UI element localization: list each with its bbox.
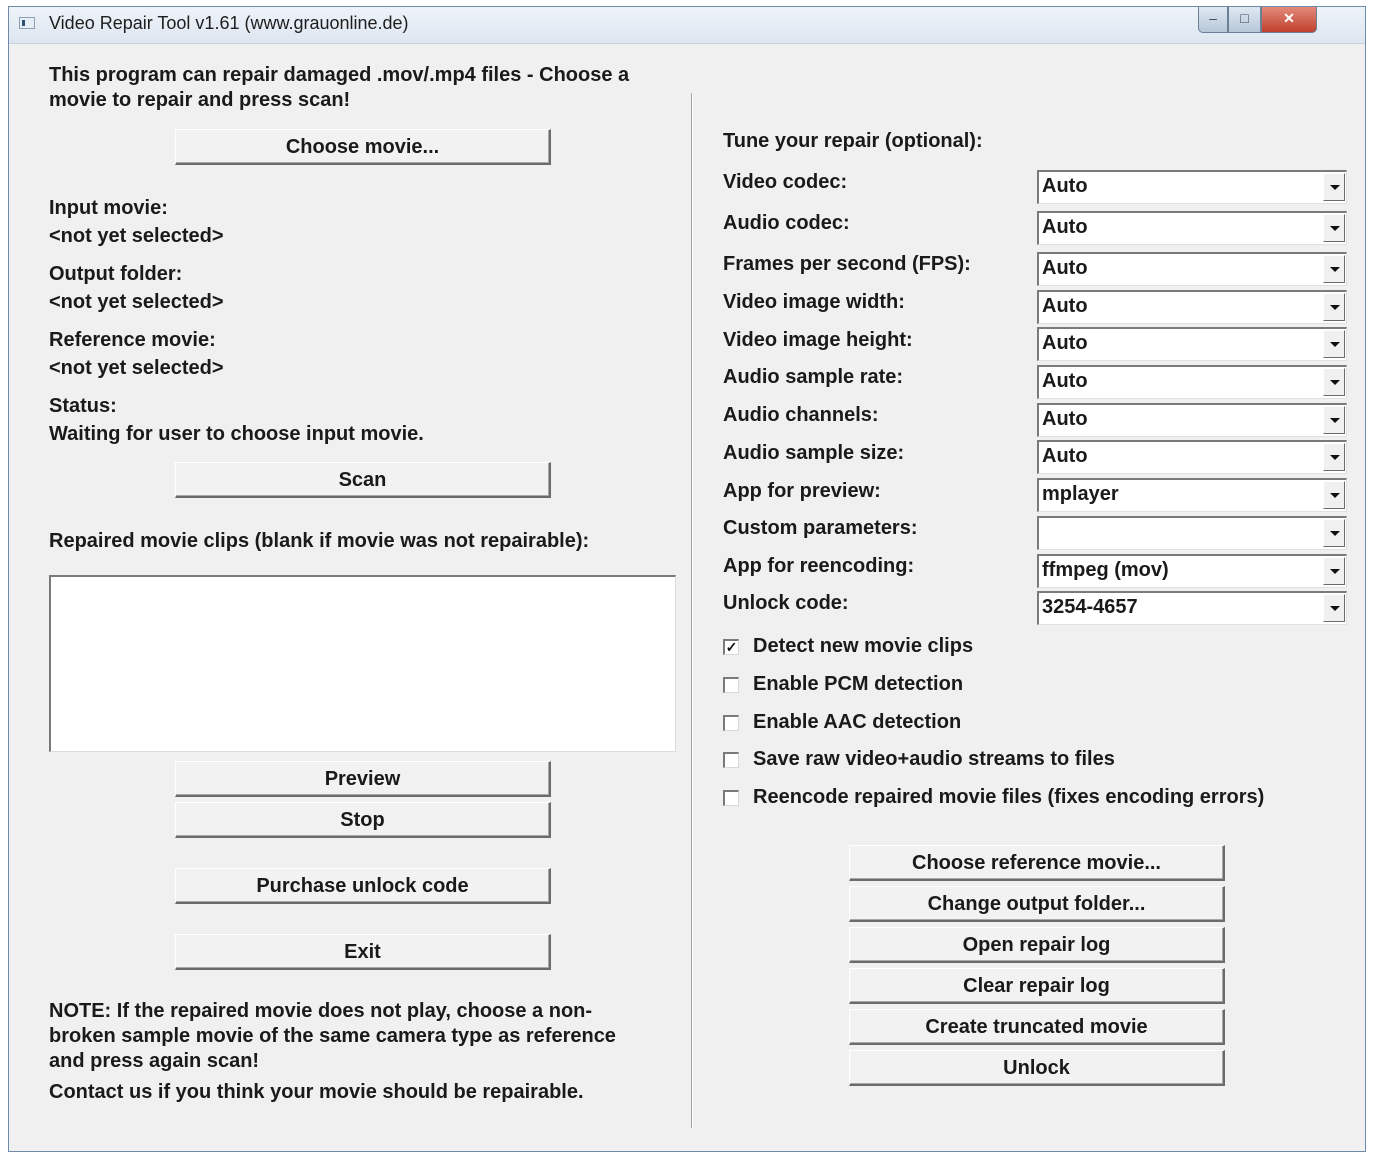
choose-reference-movie-button[interactable]: Choose reference movie...	[849, 845, 1225, 881]
chevron-down-icon[interactable]	[1323, 406, 1345, 434]
open-repair-log-button[interactable]: Open repair log	[849, 927, 1225, 963]
select-value: Auto	[1042, 332, 1088, 354]
select-value: Auto	[1042, 175, 1088, 197]
audio-sample-rate-select[interactable]: Auto	[1037, 365, 1347, 399]
audio-codec-select[interactable]: Auto	[1037, 211, 1347, 245]
output-folder-value: <not yet selected>	[49, 291, 224, 313]
select-value: mplayer	[1042, 483, 1119, 505]
note-text: NOTE: If the repaired movie does not pla…	[49, 1000, 616, 1072]
chevron-down-icon[interactable]	[1323, 481, 1345, 509]
input-movie-label: Input movie:	[49, 197, 168, 219]
chevron-down-icon[interactable]	[1323, 594, 1345, 622]
stop-button[interactable]: Stop	[175, 802, 551, 838]
panel-divider	[691, 93, 693, 1128]
audio-sample-size-select[interactable]: Auto	[1037, 440, 1347, 474]
setting-label-audio-sample-size: Audio sample size:	[723, 442, 905, 464]
chevron-down-icon[interactable]	[1323, 368, 1345, 396]
repaired-clips-list[interactable]	[49, 575, 676, 752]
unlock-button[interactable]: Unlock	[849, 1050, 1225, 1086]
setting-label-unlock-code: Unlock code:	[723, 592, 849, 614]
chevron-down-icon[interactable]	[1323, 330, 1345, 358]
setting-label-app-for-reencoding: App for reencoding:	[723, 555, 915, 577]
chevron-down-icon[interactable]	[1323, 443, 1345, 471]
contact-text: Contact us if you think your movie shoul…	[49, 1081, 584, 1103]
select-value: 3254-4657	[1042, 596, 1138, 618]
select-value: Auto	[1042, 408, 1088, 430]
unlock-code-combo[interactable]: 3254-4657	[1037, 591, 1347, 625]
create-truncated-movie-button[interactable]: Create truncated movie	[849, 1009, 1225, 1045]
checkbox-box[interactable]: ✓	[723, 639, 739, 655]
title-bar[interactable]: Video Repair Tool v1.61 (www.grauonline.…	[9, 7, 1365, 44]
maximize-button[interactable]: □	[1228, 7, 1261, 33]
select-value: Auto	[1042, 445, 1088, 467]
change-output-folder-button[interactable]: Change output folder...	[849, 886, 1225, 922]
checkbox-box[interactable]	[723, 715, 739, 731]
window-title: Video Repair Tool v1.61 (www.grauonline.…	[49, 13, 409, 33]
main-window: Video Repair Tool v1.61 (www.grauonline.…	[8, 6, 1366, 1152]
select-value: Auto	[1042, 257, 1088, 279]
chevron-down-icon[interactable]	[1323, 255, 1345, 283]
window-content: This program can repair damaged .mov/.mp…	[9, 43, 1365, 1151]
setting-label-audio-channels: Audio channels:	[723, 404, 879, 426]
setting-label-fps: Frames per second (FPS):	[723, 253, 971, 275]
video-height-select[interactable]: Auto	[1037, 327, 1347, 361]
scan-button[interactable]: Scan	[175, 462, 551, 498]
checkbox-label: Enable PCM detection	[753, 673, 964, 695]
clear-repair-log-button[interactable]: Clear repair log	[849, 968, 1225, 1004]
checkbox-box[interactable]	[723, 677, 739, 693]
custom-parameters-combo[interactable]	[1037, 516, 1347, 550]
reference-movie-value: <not yet selected>	[49, 357, 224, 379]
setting-label-custom-parameters: Custom parameters:	[723, 517, 918, 539]
intro-text: This program can repair damaged .mov/.mp…	[49, 64, 630, 111]
chevron-down-icon[interactable]	[1323, 557, 1345, 585]
chevron-down-icon[interactable]	[1323, 519, 1345, 547]
checkbox-box[interactable]	[723, 752, 739, 768]
checkbox-label: Detect new movie clips	[753, 635, 974, 657]
chevron-down-icon[interactable]	[1323, 214, 1345, 242]
close-button[interactable]: ✕	[1261, 7, 1317, 33]
setting-label-audio-sample-rate: Audio sample rate:	[723, 366, 904, 388]
app-for-reencoding-select[interactable]: ffmpeg (mov)	[1037, 554, 1347, 588]
status-label: Status:	[49, 395, 117, 417]
setting-label-app-for-preview: App for preview:	[723, 480, 881, 502]
reference-movie-label: Reference movie:	[49, 329, 216, 351]
setting-label-video-codec: Video codec:	[723, 171, 848, 193]
checkbox-label: Enable AAC detection	[753, 711, 962, 733]
input-movie-value: <not yet selected>	[49, 225, 224, 247]
select-value: Auto	[1042, 295, 1088, 317]
output-folder-label: Output folder:	[49, 263, 183, 285]
chevron-down-icon[interactable]	[1323, 173, 1345, 201]
chevron-down-icon[interactable]	[1323, 293, 1345, 321]
audio-channels-select[interactable]: Auto	[1037, 403, 1347, 437]
app-icon	[19, 17, 35, 29]
checkbox-label: Save raw video+audio streams to files	[753, 748, 1115, 770]
minimize-button[interactable]: –	[1198, 7, 1228, 33]
app-for-preview-select[interactable]: mplayer	[1037, 478, 1347, 512]
checkbox-box[interactable]	[723, 790, 739, 806]
purchase-unlock-code-button[interactable]: Purchase unlock code	[175, 868, 551, 904]
exit-button[interactable]: Exit	[175, 934, 551, 970]
video-codec-select[interactable]: Auto	[1037, 170, 1347, 204]
choose-movie-button[interactable]: Choose movie...	[175, 129, 551, 165]
checkbox-label: Reencode repaired movie files (fixes enc…	[753, 786, 1265, 808]
video-width-select[interactable]: Auto	[1037, 290, 1347, 324]
status-value: Waiting for user to choose input movie.	[49, 423, 424, 445]
select-value: ffmpeg (mov)	[1042, 559, 1169, 581]
setting-label-video-height: Video image height:	[723, 329, 913, 351]
fps-select[interactable]: Auto	[1037, 252, 1347, 286]
setting-label-audio-codec: Audio codec:	[723, 212, 850, 234]
repaired-clips-label: Repaired movie clips (blank if movie was…	[49, 530, 590, 552]
preview-button[interactable]: Preview	[175, 761, 551, 797]
tune-heading: Tune your repair (optional):	[723, 130, 983, 152]
setting-label-video-width: Video image width:	[723, 291, 905, 313]
select-value: Auto	[1042, 216, 1088, 238]
select-value: Auto	[1042, 370, 1088, 392]
